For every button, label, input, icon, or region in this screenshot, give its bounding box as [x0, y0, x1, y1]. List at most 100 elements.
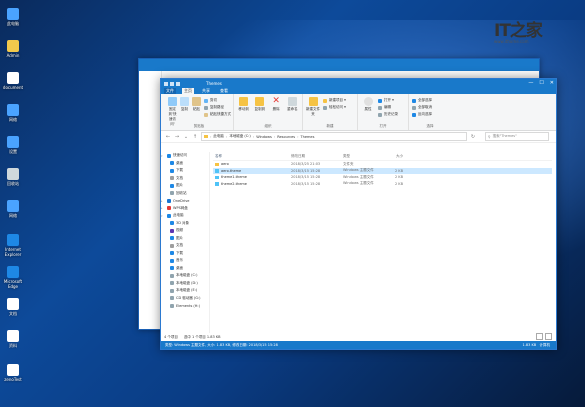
nav-item-icon: [170, 243, 174, 248]
file-name-cell: aero.theme: [213, 169, 291, 173]
nav-item[interactable]: 图片: [161, 235, 209, 243]
file-size: 2 KB: [394, 168, 403, 173]
explorer-window[interactable]: Themes — ☐ ✕ 文件 主页 共享 查看 固定到'快速访问' 复制 粘贴…: [160, 78, 557, 350]
nav-item[interactable]: 下载: [161, 167, 209, 175]
breadcrumb-themes[interactable]: Themes: [301, 135, 315, 139]
back-icon[interactable]: ←: [165, 134, 171, 140]
qat-new-folder-icon[interactable]: [176, 81, 180, 86]
column-size[interactable]: 大小: [383, 154, 403, 159]
refresh-icon[interactable]: ↻: [470, 134, 476, 140]
desktop-icon[interactable]: 回收站: [0, 168, 26, 186]
nav-item[interactable]: 本地磁盘 (C:): [161, 272, 209, 280]
file-type: Windows 主题文件: [343, 181, 374, 186]
nav-item[interactable]: 文档: [161, 175, 209, 183]
nav-item[interactable]: CD 驱动器 (G:): [161, 295, 209, 303]
history-button[interactable]: 历史记录: [378, 112, 398, 117]
breadcrumb-resources[interactable]: Resources: [277, 135, 295, 139]
large-icons-view-icon[interactable]: [545, 333, 552, 340]
column-date[interactable]: 修改日期: [291, 154, 343, 159]
edit-button[interactable]: 编辑: [378, 105, 398, 110]
easy-access-button[interactable]: 轻松访问 ▾: [323, 105, 346, 110]
nav-item-icon: [167, 206, 171, 211]
nav-item[interactable]: 本地磁盘 (D:): [161, 280, 209, 288]
nav-item[interactable]: 下载: [161, 250, 209, 258]
desktop-icon[interactable]: zenoTest: [0, 364, 26, 382]
close-icon[interactable]: ✕: [550, 80, 554, 86]
paste-shortcut-button[interactable]: 粘贴快捷方式: [204, 112, 231, 117]
desktop-icon-glyph-icon: [7, 234, 19, 246]
column-type[interactable]: 类型: [343, 154, 383, 159]
maximize-icon[interactable]: ☐: [539, 80, 543, 86]
invert-selection-button[interactable]: 反向选择: [412, 112, 432, 117]
minimize-icon[interactable]: —: [528, 80, 533, 86]
select-all-button[interactable]: 全部选择: [412, 98, 432, 103]
breadcrumb-this-pc[interactable]: 此电脑: [213, 134, 224, 139]
forward-icon[interactable]: →: [174, 134, 180, 140]
desktop-icon[interactable]: Admin: [0, 40, 26, 58]
address-bar[interactable]: › 此电脑 › 本地磁盘 (C:) › Windows › Resources › Th…: [201, 132, 467, 141]
nav-item-label: 图片: [176, 235, 183, 240]
file-size: 2 KB: [394, 181, 403, 186]
nav-item[interactable]: 回收站: [161, 190, 209, 198]
recent-locations-icon[interactable]: ⌄: [183, 134, 189, 140]
nav-item[interactable]: ▸ OneDrive: [161, 197, 209, 205]
nav-item[interactable]: 桌面: [161, 265, 209, 273]
nav-item[interactable]: 本地磁盘 (E:): [161, 287, 209, 295]
new-item-button[interactable]: 新建项目 ▾: [323, 98, 346, 103]
desktop-icon-glyph-icon: [7, 330, 19, 342]
qat-properties-icon[interactable]: [170, 81, 174, 86]
desktop-icon-label: 网络: [9, 117, 17, 122]
nav-item[interactable]: ▸ WPS网盘: [161, 205, 209, 213]
details-status-text: 类型: Windows 主题文件, 大小: 1.83 KB, 修改日期: 201…: [165, 342, 278, 347]
select-none-button[interactable]: 全部取消: [412, 105, 432, 110]
address-row: ← → ⌄ ↑ › 此电脑 › 本地磁盘 (C:) › Windows › Resou…: [161, 131, 556, 143]
nav-expand-icon[interactable]: ▾: [161, 214, 164, 218]
quick-access-toolbar[interactable]: [164, 81, 180, 86]
desktop-icon[interactable]: Microsoft Edge: [0, 266, 26, 289]
nav-item[interactable]: 3D 对象: [161, 220, 209, 228]
nav-item[interactable]: 图片: [161, 182, 209, 190]
column-name[interactable]: 名称: [213, 154, 291, 159]
desktop-icon[interactable]: 此电脑: [0, 8, 26, 26]
nav-item[interactable]: 桌面: [161, 160, 209, 168]
nav-item[interactable]: Elements (H:): [161, 302, 209, 310]
breadcrumb-drive-c[interactable]: 本地磁盘 (C:): [229, 134, 250, 139]
desktop-icon[interactable]: 网络: [0, 104, 26, 122]
file-row[interactable]: theme2.theme 2018/3/15 15:28 Windows 主题文件 2…: [213, 181, 552, 188]
desktop-icon-label: Admin: [6, 53, 20, 58]
desktop-icon[interactable]: 网络: [0, 200, 26, 218]
nav-item[interactable]: ▾ 快速访问: [161, 152, 209, 160]
desktop-icon[interactable]: document: [0, 72, 26, 90]
nav-item-icon: [170, 266, 174, 271]
nav-item[interactable]: 文档: [161, 242, 209, 250]
nav-item-label: OneDrive: [173, 198, 190, 203]
search-input[interactable]: ⚲ 搜索"Themes": [485, 132, 549, 141]
copy-path-button[interactable]: 复制路径: [204, 105, 231, 110]
desktop-icon-glyph-icon: [7, 266, 19, 278]
desktop-icon[interactable]: 文档: [0, 298, 26, 316]
nav-item[interactable]: 音乐: [161, 257, 209, 265]
desktop-icon[interactable]: Internet Explorer: [0, 234, 26, 257]
nav-expand-icon[interactable]: ▸: [161, 199, 164, 203]
nav-item[interactable]: ▾ 此电脑: [161, 212, 209, 220]
qat-folder-icon[interactable]: [164, 81, 168, 86]
desktop-icon-label: 网络: [9, 213, 17, 218]
background-window-titlebar[interactable]: [139, 59, 539, 67]
nav-item[interactable]: 视频: [161, 227, 209, 235]
nav-expand-icon[interactable]: ▸: [161, 206, 164, 210]
desktop-icon[interactable]: 资料: [0, 330, 26, 348]
nav-item-label: 下载: [176, 168, 183, 173]
window-titlebar[interactable]: Themes — ☐ ✕: [161, 79, 556, 88]
search-icon: ⚲: [488, 134, 491, 139]
up-icon[interactable]: ↑: [192, 134, 198, 140]
nav-expand-icon[interactable]: ▾: [161, 154, 164, 158]
cut-button[interactable]: 剪切: [204, 98, 231, 103]
breadcrumb-windows[interactable]: Windows: [256, 135, 272, 139]
details-view-icon[interactable]: [536, 333, 543, 340]
nav-item-icon: [170, 168, 174, 173]
desktop-icon[interactable]: 设置: [0, 136, 26, 154]
theme-file-icon: [215, 182, 219, 186]
open-button[interactable]: 打开 ▾: [378, 98, 398, 103]
background-window-menubar: [139, 67, 539, 71]
file-date: 2018/3/15 15:28: [291, 175, 321, 180]
